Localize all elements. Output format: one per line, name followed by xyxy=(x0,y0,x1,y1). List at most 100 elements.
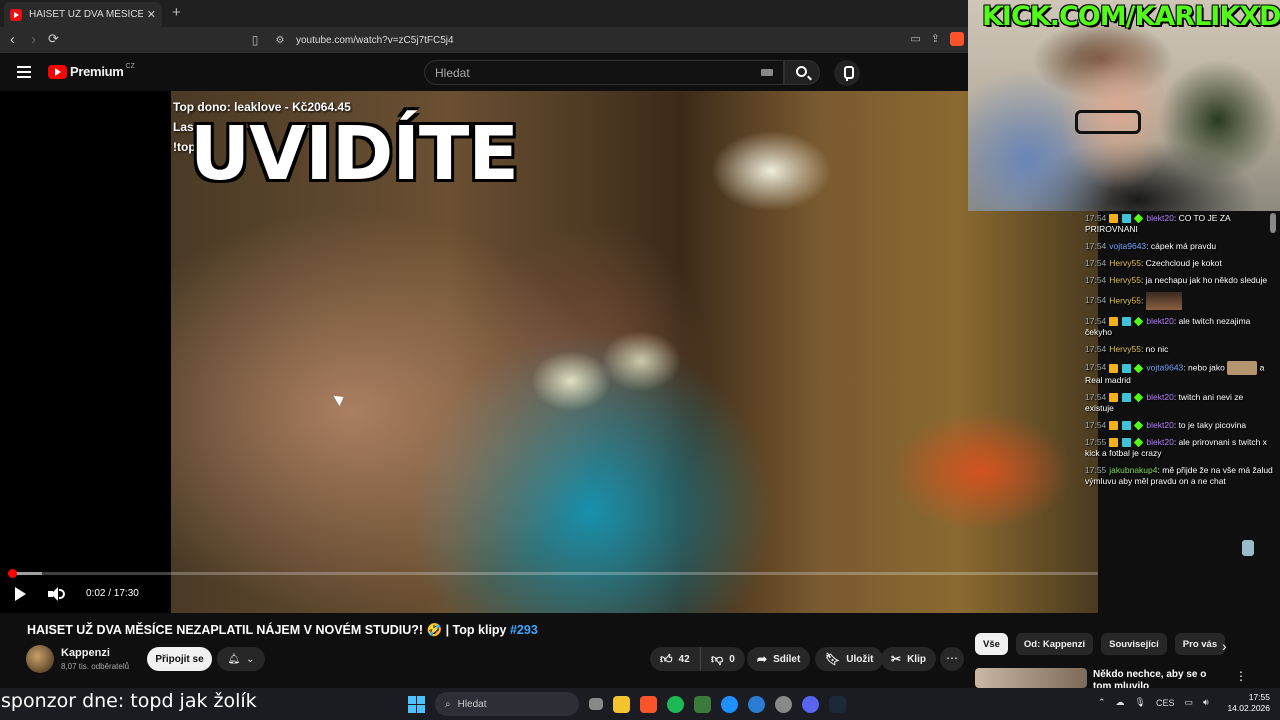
chat-scrollbar[interactable] xyxy=(1270,213,1276,233)
taskbar-search[interactable]: ⌕ Hledat xyxy=(435,692,579,716)
chat-text: nebo jako xyxy=(1188,362,1225,373)
search-input[interactable]: Hledat xyxy=(424,60,784,85)
chip-from-channel[interactable]: Od: Kappenzi xyxy=(1015,633,1094,655)
url-text[interactable]: youtube.com/watch?v=zC5j7tFC5j4 xyxy=(290,35,962,46)
recommendation-thumbnail[interactable] xyxy=(975,668,1087,688)
chip-for-you[interactable]: Pro vás xyxy=(1174,633,1226,655)
save-button[interactable]: 🔖︎ Uložit xyxy=(815,647,884,671)
onedrive-icon[interactable]: ☁ xyxy=(1116,697,1125,708)
gem-badge-icon xyxy=(1133,420,1144,431)
new-tab-button[interactable]: + xyxy=(172,4,181,21)
taskbar-search-placeholder: Hledat xyxy=(457,698,487,710)
gem-badge-icon xyxy=(1133,213,1144,224)
sub-badge-icon xyxy=(1121,421,1131,431)
volume-tray-icon[interactable]: 🔊︎ xyxy=(1203,697,1209,708)
hashtag-link[interactable]: #293 xyxy=(510,623,538,637)
keyboard-icon[interactable] xyxy=(761,69,773,76)
share-label: Sdílet xyxy=(773,653,801,665)
cast-icon[interactable]: ▭ xyxy=(910,32,920,46)
chat-text: Czechcloud je kokot xyxy=(1145,258,1222,268)
chat-username[interactable]: blekt20 xyxy=(1146,213,1173,223)
chip-related[interactable]: Související xyxy=(1101,633,1167,655)
forward-icon[interactable]: › xyxy=(31,31,36,48)
task-view-icon[interactable] xyxy=(589,698,603,710)
microphone-icon[interactable]: 🎙︎ xyxy=(1135,697,1146,708)
search-icon: ⌕ xyxy=(445,698,451,710)
volume-icon[interactable] xyxy=(48,587,66,601)
spotify-icon[interactable] xyxy=(667,695,684,713)
progress-bar[interactable] xyxy=(8,569,1098,578)
video-title: HAISET UŽ DVA MĚSÍCE NEZAPLATIL NÁJEM V … xyxy=(27,623,538,638)
brave-browser-icon[interactable] xyxy=(640,695,657,713)
tab-close-icon[interactable]: ✕ xyxy=(147,8,156,21)
browser-tab[interactable]: HAISET UŽ DVA MĚSÍCE NEZAPL ✕ xyxy=(4,2,162,27)
chip-all[interactable]: Vše xyxy=(975,633,1008,655)
share-button[interactable]: ➦ Sdílet xyxy=(747,647,811,671)
chat-username[interactable]: Hervy55 xyxy=(1109,258,1141,268)
chat-message: 17:55 blekt20: ale prirovnani s twitch x… xyxy=(1085,437,1267,458)
notification-bell-button[interactable]: 🔔︎ ⌄ xyxy=(217,647,265,671)
steam-icon[interactable] xyxy=(829,695,846,713)
chat-time: 17:54 xyxy=(1085,295,1107,306)
share-icon[interactable]: ⇪ xyxy=(931,32,940,46)
crown-badge-icon xyxy=(1109,421,1119,431)
chat-username[interactable]: vojta9643 xyxy=(1109,241,1146,251)
chat-time: 17:54 xyxy=(1085,316,1107,326)
recommendation-menu-icon[interactable]: ⋮ xyxy=(1235,669,1247,683)
brave-shield-icon[interactable] xyxy=(950,32,964,46)
system-tray: ⌃ ☁ 🎙︎ CES ▭ 🔊︎ xyxy=(1098,697,1209,708)
app-icon[interactable] xyxy=(694,695,711,713)
chevron-right-icon[interactable]: › xyxy=(1222,638,1227,654)
address-bar[interactable]: ▯ ⚙ youtube.com/watch?v=zC5j7tFC5j4 xyxy=(240,30,962,50)
channel-avatar[interactable] xyxy=(26,645,54,673)
reload-icon[interactable]: ⟳ xyxy=(48,31,59,47)
video-player[interactable]: Top dono: leaklove - Kč2064.45 Las !top … xyxy=(0,91,1098,613)
file-explorer-icon[interactable] xyxy=(613,695,630,713)
dislike-button[interactable]: 👎︎ 0 xyxy=(700,647,745,671)
chat-username[interactable]: Hervy55 xyxy=(1109,344,1141,354)
chat-username[interactable]: blekt20 xyxy=(1146,437,1173,447)
youtube-premium-logo[interactable]: Premium CZ xyxy=(48,63,135,79)
tray-overflow-icon[interactable]: ⌃ xyxy=(1098,697,1106,708)
github-icon[interactable] xyxy=(775,695,792,713)
discord-icon[interactable] xyxy=(802,695,819,713)
scrubber-handle[interactable] xyxy=(8,569,17,578)
network-icon[interactable]: ▭ xyxy=(1185,697,1194,708)
gem-badge-icon xyxy=(1133,363,1144,373)
windows-start-icon[interactable] xyxy=(408,695,425,713)
chat-username[interactable]: blekt20 xyxy=(1146,420,1173,430)
chat-username[interactable]: Hervy55 xyxy=(1109,275,1141,285)
like-button[interactable]: 👍︎ 42 xyxy=(650,647,700,671)
play-icon[interactable] xyxy=(15,587,26,601)
chat-username[interactable]: blekt20 xyxy=(1146,316,1173,326)
ccleaner-icon-2[interactable] xyxy=(748,695,765,713)
chat-username[interactable]: blekt20 xyxy=(1146,392,1173,402)
search-button[interactable] xyxy=(784,60,820,85)
channel-name[interactable]: Kappenzi xyxy=(61,647,110,659)
menu-icon[interactable] xyxy=(17,66,31,78)
voice-search-icon[interactable] xyxy=(834,60,860,86)
crown-badge-icon xyxy=(1109,393,1119,403)
chat-message: 17:54 Hervy55: xyxy=(1085,292,1273,310)
taskbar-clock[interactable]: 17:55 14.02.2026 xyxy=(1226,692,1270,714)
chat-username[interactable]: vojta9643 xyxy=(1146,362,1183,372)
search-icon xyxy=(796,66,807,77)
chat-time: 17:54 xyxy=(1085,213,1107,223)
more-actions-button[interactable]: ⋯ xyxy=(940,647,964,671)
back-icon[interactable]: ‹ xyxy=(10,31,15,48)
site-info-icon[interactable]: ⚙ xyxy=(270,35,290,46)
ccleaner-icon[interactable] xyxy=(721,695,738,713)
language-indicator[interactable]: CES xyxy=(1156,698,1175,708)
join-button[interactable]: Připojit se xyxy=(147,647,212,671)
scissors-icon: ✂ xyxy=(891,652,902,666)
clip-button[interactable]: ✂ Klip xyxy=(881,647,936,671)
chat-message: 17:54 blekt20: CO TO JE ZA PRIROVNANI xyxy=(1085,213,1231,234)
chat-username[interactable]: jakubnakup4 xyxy=(1109,465,1157,475)
bookmark-icon[interactable]: ▯ xyxy=(240,33,270,47)
thumbs-down-icon: 👎︎ xyxy=(711,651,724,666)
recommendation-chips: Vše Od: Kappenzi Související Pro vás xyxy=(975,633,1226,655)
chat-time: 17:54 xyxy=(1085,420,1107,430)
tab-title: HAISET UŽ DVA MĚSÍCE NEZAPL xyxy=(29,9,143,20)
chat-text: ja nechapu jak ho někdo sleduje xyxy=(1145,275,1268,285)
chat-username[interactable]: Hervy55 xyxy=(1109,295,1141,305)
